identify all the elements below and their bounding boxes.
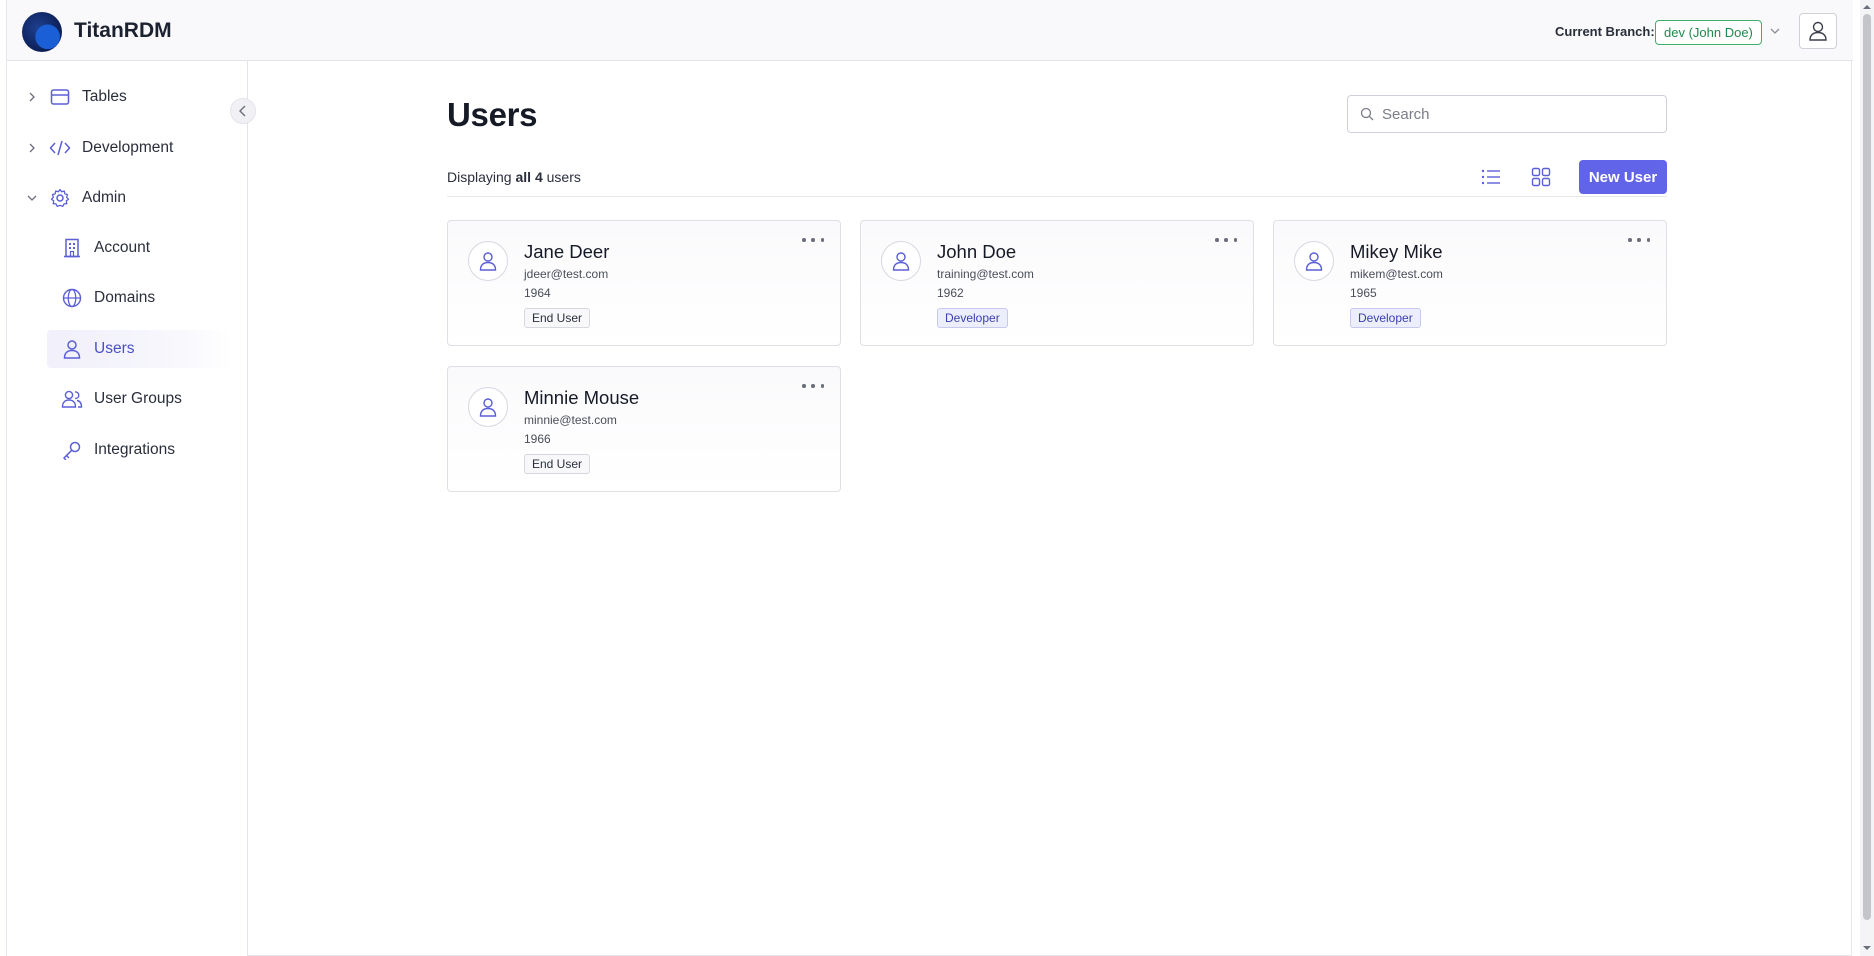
user-card[interactable]: Minnie Mouse minnie@test.com 1966 End Us… <box>447 366 841 492</box>
user-year: 1964 <box>524 286 551 300</box>
sidebar-item-label: User Groups <box>94 390 182 407</box>
sidebar-section-admin[interactable]: Admin <box>25 179 126 217</box>
sidebar-item-label: Domains <box>94 289 156 306</box>
more-options-icon[interactable] <box>802 379 824 393</box>
user-email: mikem@test.com <box>1350 267 1443 281</box>
collapse-sidebar-button[interactable] <box>230 98 256 124</box>
user-icon <box>479 252 497 271</box>
user-icon <box>892 252 910 271</box>
branch-selector[interactable]: dev (John Doe) <box>1655 20 1762 45</box>
role-badge: End User <box>524 454 591 474</box>
sidebar-item-integrations[interactable]: Integrations <box>47 431 233 469</box>
table-icon <box>49 86 71 108</box>
avatar <box>1294 241 1334 281</box>
app-window: TitanRDM Current Branch: dev (John Doe) … <box>6 0 1853 956</box>
user-year: 1966 <box>524 432 551 446</box>
page-title: Users <box>447 96 538 133</box>
avatar <box>468 241 508 281</box>
display-count-value: all 4 <box>515 169 543 185</box>
scroll-down-arrow-icon[interactable] <box>1863 944 1871 952</box>
avatar <box>468 387 508 427</box>
users-icon <box>61 388 83 410</box>
grid-view-button[interactable] <box>1528 164 1554 190</box>
user-name: Mikey Mike <box>1350 241 1443 262</box>
search-icon <box>1360 107 1374 121</box>
new-user-button[interactable]: New User <box>1579 160 1667 194</box>
sidebar-item-domains[interactable]: Domains <box>47 279 233 317</box>
branch-label: Current Branch: <box>1555 24 1655 39</box>
user-icon <box>1305 252 1323 271</box>
avatar <box>881 241 921 281</box>
role-badge: Developer <box>1350 308 1421 328</box>
top-header: TitanRDM Current Branch: dev (John Doe) <box>7 0 1853 61</box>
display-prefix: Displaying <box>447 169 512 185</box>
chevron-right-icon <box>29 143 35 153</box>
user-icon <box>1809 21 1827 41</box>
sidebar-section-label: Development <box>82 139 174 156</box>
chevron-right-icon <box>29 92 35 102</box>
user-year: 1965 <box>1350 286 1377 300</box>
key-icon <box>61 439 83 461</box>
search-box[interactable] <box>1347 95 1667 133</box>
code-icon <box>49 137 71 159</box>
sidebar-section-label: Tables <box>82 88 127 105</box>
sidebar-section-tables[interactable]: Tables <box>25 78 127 116</box>
vertical-scrollbar[interactable] <box>1860 0 1874 956</box>
toolbar-divider <box>447 196 1667 197</box>
titan-logo[interactable] <box>22 12 62 52</box>
more-options-icon[interactable] <box>1215 233 1237 247</box>
scroll-up-arrow-icon[interactable] <box>1863 3 1871 11</box>
list-view-button[interactable] <box>1478 164 1504 190</box>
chevron-down-icon <box>27 195 37 201</box>
user-card[interactable]: Jane Deer jdeer@test.com 1964 End User <box>447 220 841 346</box>
user-email: minnie@test.com <box>524 413 617 427</box>
sidebar-item-label: Account <box>94 239 151 256</box>
search-input[interactable] <box>1382 105 1652 123</box>
grid-icon <box>1531 167 1551 187</box>
sidebar-section-label: Admin <box>82 189 126 206</box>
sidebar-item-label: Integrations <box>94 441 175 458</box>
user-name: Minnie Mouse <box>524 387 640 408</box>
user-name: John Doe <box>937 241 1017 262</box>
app-name[interactable]: TitanRDM <box>74 19 172 43</box>
display-count: Displaying all 4 users <box>447 169 581 185</box>
user-email: jdeer@test.com <box>524 267 609 281</box>
user-email: training@test.com <box>937 267 1034 281</box>
user-menu-button[interactable] <box>1799 13 1837 49</box>
more-options-icon[interactable] <box>802 233 824 247</box>
role-badge: End User <box>524 308 591 328</box>
sidebar-item-users[interactable]: Users <box>47 330 233 368</box>
display-suffix: users <box>546 169 581 185</box>
scrollbar-thumb[interactable] <box>1863 14 1871 920</box>
user-icon <box>479 398 497 417</box>
user-name: Jane Deer <box>524 241 610 262</box>
more-options-icon[interactable] <box>1628 233 1650 247</box>
user-card[interactable]: Mikey Mike mikem@test.com 1965 Developer <box>1273 220 1667 346</box>
user-year: 1962 <box>937 286 964 300</box>
gear-icon <box>49 187 71 209</box>
building-icon <box>61 237 83 259</box>
user-card[interactable]: John Doe training@test.com 1962 Develope… <box>860 220 1254 346</box>
chevron-left-icon <box>239 105 246 117</box>
sidebar-section-development[interactable]: Development <box>25 129 173 167</box>
chevron-down-icon[interactable] <box>1768 24 1782 38</box>
user-icon <box>61 338 83 360</box>
list-icon <box>1481 169 1500 185</box>
sidebar-item-label: Users <box>94 340 135 357</box>
role-badge: Developer <box>937 308 1008 328</box>
sidebar-item-account[interactable]: Account <box>47 229 233 267</box>
globe-icon <box>61 287 83 309</box>
sidebar-item-user-groups[interactable]: User Groups <box>47 380 233 418</box>
